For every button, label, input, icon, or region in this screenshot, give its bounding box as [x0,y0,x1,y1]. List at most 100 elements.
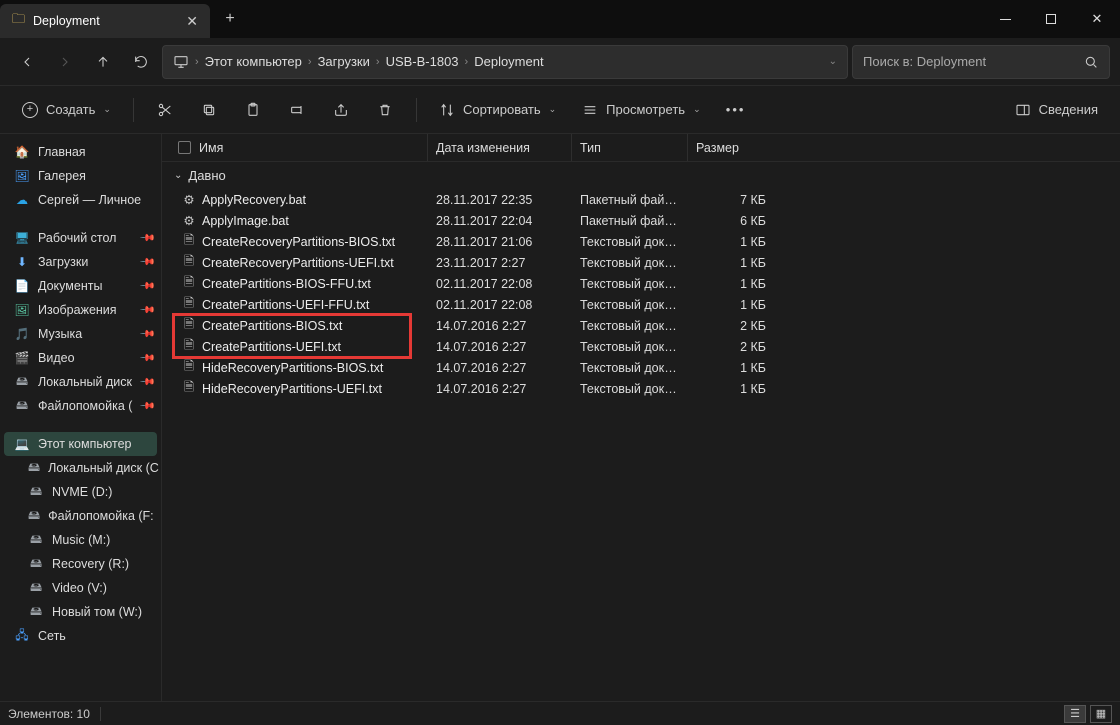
col-type[interactable]: Тип [572,134,688,161]
chevron-down-icon: ⌄ [693,104,701,115]
sidebar: 🏠Главная🖼Галерея☁Сергей — Личное 🖥Рабочий… [0,134,162,701]
file-row[interactable]: 🗎CreateRecoveryPartitions-UEFI.txt23.11.… [174,252,1120,273]
monitor-icon [173,54,189,70]
back-button[interactable] [10,45,44,79]
disk-icon: 🖴 [28,506,40,527]
col-size[interactable]: Размер [688,134,774,161]
select-all-checkbox[interactable] [178,141,191,154]
sidebar-item[interactable]: 🖴Локальный диск📌 [0,370,161,394]
sidebar-drive-item[interactable]: 🖴Music (M:) [0,528,161,552]
file-row[interactable]: 🗎CreateRecoveryPartitions-BIOS.txt28.11.… [174,231,1120,252]
sidebar-item[interactable]: 🏠Главная [0,140,161,164]
disk-icon: 🖴 [28,458,40,479]
file-row[interactable]: 🗎HideRecoveryPartitions-UEFI.txt14.07.20… [174,378,1120,399]
pin-icon: 📌 [138,254,155,271]
create-button[interactable]: + Создать ⌄ [12,93,121,127]
sort-button[interactable]: Сортировать ⌄ [429,93,566,127]
chevron-down-icon: ⌄ [174,170,182,181]
file-list: ⚙ApplyRecovery.bat28.11.2017 22:35Пакетн… [162,189,1120,399]
sidebar-item[interactable]: 🎬Видео📌 [0,346,161,370]
refresh-icon [133,54,149,70]
rename-button[interactable] [278,93,316,127]
file-type: Текстовый докум... [572,340,688,354]
file-row[interactable]: 🗎CreatePartitions-BIOS.txt14.07.2016 2:2… [174,315,1120,336]
file-size: 1 КБ [688,256,774,270]
col-date[interactable]: Дата изменения [428,134,572,161]
copy-button[interactable] [190,93,228,127]
trash-icon [377,102,393,118]
breadcrumb[interactable]: › Этот компьютер › Загрузки › USB-B-1803… [162,45,848,79]
paste-button[interactable] [234,93,272,127]
address-bar-row: › Этот компьютер › Загрузки › USB-B-1803… [0,38,1120,86]
file-date: 28.11.2017 21:06 [428,235,572,249]
gap [0,212,161,226]
details-view-button[interactable]: ☰ [1064,705,1086,723]
sidebar-item[interactable]: ☁Сергей — Личное [0,188,161,212]
close-tab-icon[interactable]: ✕ [186,13,198,30]
sidebar-drive-item[interactable]: 🖴Файлопомойка (F: [0,504,161,528]
sidebar-item[interactable]: 🖼Галерея [0,164,161,188]
breadcrumb-item[interactable]: Загрузки [318,54,370,69]
txt-file-icon: 🗎 [182,357,196,378]
sidebar-drive-item[interactable]: 🖴Recovery (R:) [0,552,161,576]
file-type: Текстовый докум... [572,256,688,270]
sidebar-drive-item[interactable]: 🖴Video (V:) [0,576,161,600]
maximize-button[interactable] [1028,0,1074,38]
window-tab[interactable]: 🗀 Deployment ✕ [0,4,210,38]
file-date: 23.11.2017 2:27 [428,256,572,270]
thumbnails-view-button[interactable]: ▦ [1090,705,1112,723]
breadcrumb-item[interactable]: USB-B-1803 [386,54,459,69]
close-window-button[interactable]: ✕ [1074,0,1120,38]
delete-button[interactable] [366,93,404,127]
disk-icon: 🖴 [28,482,44,503]
group-header[interactable]: ⌄ Давно [162,162,1120,189]
sidebar-item[interactable]: ⬇Загрузки📌 [0,250,161,274]
minimize-button[interactable] [982,0,1028,38]
file-row[interactable]: ⚙ApplyImage.bat28.11.2017 22:04Пакетный … [174,210,1120,231]
sidebar-item-network[interactable]: 🖧Сеть [0,624,161,648]
copy-icon [201,102,217,118]
refresh-button[interactable] [124,45,158,79]
file-date: 14.07.2016 2:27 [428,319,572,333]
chevron-right-icon: › [308,56,312,68]
sidebar-item[interactable]: 🎵Музыка📌 [0,322,161,346]
details-button[interactable]: Сведения [1005,93,1108,127]
file-row[interactable]: ⚙ApplyRecovery.bat28.11.2017 22:35Пакетн… [174,189,1120,210]
file-row[interactable]: 🗎CreatePartitions-BIOS-FFU.txt02.11.2017… [174,273,1120,294]
sidebar-item[interactable]: 🖴Файлопомойка (📌 [0,394,161,418]
new-tab-button[interactable]: + [210,0,250,38]
sidebar-item[interactable]: 🖼Изображения📌 [0,298,161,322]
file-row[interactable]: 🗎HideRecoveryPartitions-BIOS.txt14.07.20… [174,357,1120,378]
view-button[interactable]: Просмотреть ⌄ [572,93,710,127]
file-row[interactable]: 🗎CreatePartitions-UEFI-FFU.txt02.11.2017… [174,294,1120,315]
more-button[interactable]: ••• [717,93,755,127]
txt-file-icon: 🗎 [182,336,196,357]
chevron-down-icon[interactable]: ⌄ [829,56,837,67]
gallery-icon: 🖼 [14,169,30,183]
disk-icon: 🖴 [28,578,44,599]
up-button[interactable] [86,45,120,79]
sidebar-item[interactable]: 🖥Рабочий стол📌 [0,226,161,250]
txt-file-icon: 🗎 [182,294,196,315]
sidebar-drive-item[interactable]: 🖴NVME (D:) [0,480,161,504]
sidebar-item[interactable]: 📄Документы📌 [0,274,161,298]
search-placeholder: Поиск в: Deployment [863,54,986,69]
disk-icon: 🖴 [14,372,30,393]
forward-button[interactable] [48,45,82,79]
sidebar-drive-item[interactable]: 🖴Новый том (W:) [0,600,161,624]
search-input[interactable]: Поиск в: Deployment [852,45,1110,79]
sidebar-item-this-pc[interactable]: 💻Этот компьютер [4,432,157,456]
breadcrumb-item[interactable]: Этот компьютер [205,54,302,69]
file-type: Текстовый докум... [572,298,688,312]
sidebar-drive-item[interactable]: 🖴Локальный диск (C [0,456,161,480]
col-name[interactable]: Имя [170,134,428,161]
scissors-icon [157,102,173,118]
file-name: ApplyRecovery.bat [202,193,306,207]
file-row[interactable]: 🗎CreatePartitions-UEFI.txt14.07.2016 2:2… [174,336,1120,357]
file-explorer-window: 🗀 Deployment ✕ + ✕ › Этот компьютер [0,0,1120,725]
breadcrumb-item[interactable]: Deployment [474,54,543,69]
file-size: 2 КБ [688,340,774,354]
pin-icon: 📌 [138,302,155,319]
cut-button[interactable] [146,93,184,127]
share-button[interactable] [322,93,360,127]
